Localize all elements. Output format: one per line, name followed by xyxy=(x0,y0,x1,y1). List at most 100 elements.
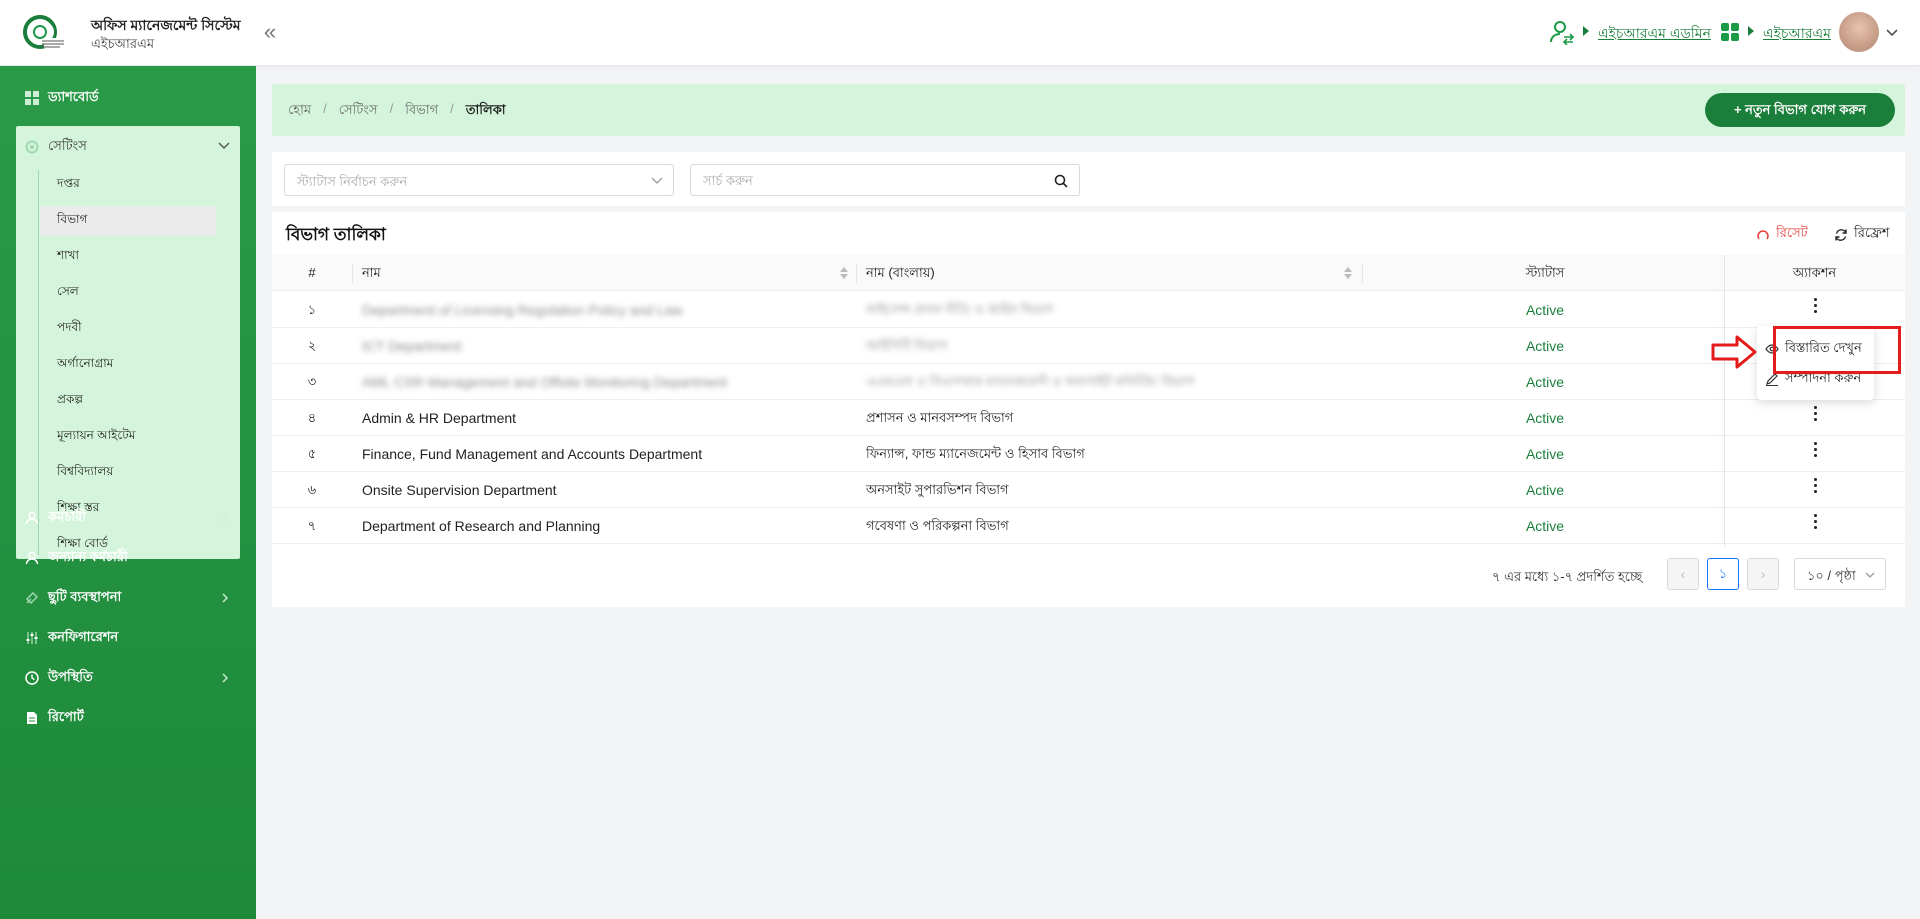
row-name: Admin & HR Department xyxy=(362,410,517,426)
sidebar-item[interactable]: ছুটি ব্যবস্থাপনা xyxy=(24,586,121,610)
annotation-highlight-box xyxy=(1773,326,1901,374)
chevron-down-icon xyxy=(651,177,663,184)
row-status: Active xyxy=(1525,374,1565,390)
row-actions-kebab-icon[interactable] xyxy=(1807,294,1823,318)
status-select[interactable]: স্ট্যাটাস নির্বাচন করুন xyxy=(284,164,674,196)
breadcrumb-current: তালিকা xyxy=(465,102,506,117)
chevron-down-icon[interactable] xyxy=(218,142,230,150)
sidebar-item-label: কর্মচারী xyxy=(48,508,86,524)
row-name: Department of Research and Planning xyxy=(362,518,601,534)
column-header-name-bangla[interactable]: নাম (বাংলায়) xyxy=(866,255,935,291)
table-title: বিভাগ তালিকা xyxy=(286,225,386,244)
fixed-column-shadow xyxy=(1724,255,1725,547)
breadcrumb: হোম / সেটিংস / বিভাগ / তালিকা xyxy=(288,101,506,122)
table-row: ৬ Onsite Supervision Department অনসাইট সুপ… xyxy=(272,472,1905,508)
dashboard-icon xyxy=(24,90,40,106)
settings-submenu: সেটিংস দপ্তর বিভাগ শাখা সেল পদবী অর্গানোগ্রাম… xyxy=(16,126,240,559)
prev-page-button[interactable]: ‹ xyxy=(1667,558,1699,590)
row-actions-kebab-icon[interactable] xyxy=(1807,402,1823,426)
breadcrumb-settings[interactable]: সেটিংস xyxy=(339,101,378,122)
sidebar-item-dashboard[interactable]: ড্যাশবোর্ড xyxy=(24,86,99,110)
next-page-button[interactable]: › xyxy=(1747,558,1779,590)
breadcrumb-home[interactable]: হোম xyxy=(288,101,311,122)
sliders-icon xyxy=(24,630,40,646)
submenu-item[interactable]: বিভাগ xyxy=(40,206,216,236)
table-row: ৭ Department of Research and Planning গবেষ… xyxy=(272,508,1905,544)
apps-grid-icon xyxy=(1721,23,1739,41)
gear-icon xyxy=(24,139,40,155)
row-actions-kebab-icon[interactable] xyxy=(1807,510,1823,534)
column-divider xyxy=(352,263,353,283)
column-divider xyxy=(1362,263,1363,283)
logo xyxy=(23,15,64,49)
sidebar-item-settings[interactable]: সেটিংস xyxy=(24,136,87,158)
page-size-select[interactable]: ১০ / পৃষ্ঠা xyxy=(1794,558,1886,590)
edit-icon xyxy=(1766,373,1778,386)
submenu-item[interactable]: অর্গানোগ্রাম xyxy=(40,350,216,380)
clock-icon xyxy=(24,670,40,686)
submenu-item[interactable]: সেল xyxy=(40,278,216,308)
submenu-divider xyxy=(38,170,39,555)
search-input[interactable] xyxy=(691,165,1041,195)
user-menu-link[interactable]: এইচআরএম এডমিন xyxy=(1598,22,1711,46)
sidebar-item-label: সেটিংস xyxy=(48,137,87,153)
row-actions-kebab-icon[interactable] xyxy=(1807,474,1823,498)
sort-icon[interactable] xyxy=(1344,267,1352,279)
sidebar-item[interactable]: উপস্থিতি xyxy=(24,666,93,690)
search-icon[interactable] xyxy=(1053,173,1069,189)
status-select-placeholder: স্ট্যাটাস নির্বাচন করুন xyxy=(297,174,408,189)
add-department-button[interactable]: + নতুন বিভাগ যোগ করুন xyxy=(1705,93,1895,127)
table-row: ৩ AML CSR Management and Offsite Monitori… xyxy=(272,364,1905,400)
row-actions-kebab-icon[interactable] xyxy=(1807,438,1823,462)
caret-right-icon xyxy=(1583,26,1589,36)
chevron-right-icon[interactable] xyxy=(220,673,230,683)
breadcrumb-department[interactable]: বিভাগ xyxy=(405,101,438,122)
table-row: ১ Department of Licensing Regulation Poli… xyxy=(272,292,1905,328)
row-name: Finance, Fund Management and Accounts De… xyxy=(362,446,703,462)
submenu-item[interactable]: শাখা xyxy=(40,242,216,272)
module-switch-link[interactable]: এইচআরএম xyxy=(1763,22,1831,46)
search-box xyxy=(690,164,1080,196)
sidebar-item[interactable]: কর্মচারী xyxy=(24,506,86,530)
row-name: AML CSR Management and Offsite Monitorin… xyxy=(362,374,727,390)
row-number: ৪ xyxy=(307,410,317,425)
refresh-button[interactable]: রিফ্রেশ xyxy=(1834,224,1890,245)
submenu-item[interactable]: মূল্যায়ন আইটেম xyxy=(40,422,216,452)
column-header-action: অ্যাকশন xyxy=(1792,265,1837,280)
filter-card: স্ট্যাটাস নির্বাচন করুন xyxy=(272,152,1905,206)
sidebar-item[interactable]: রিপোর্ট xyxy=(24,706,84,730)
row-status: Active xyxy=(1525,338,1565,354)
row-name: ICT Department xyxy=(362,338,462,354)
sidebar: ড্যাশবোর্ড সেটিংস দপ্তর বিভাগ শাখা সেল পদবী অ… xyxy=(0,66,256,919)
row-number: ৫ xyxy=(307,446,317,461)
reset-icon xyxy=(1757,229,1769,239)
department-table-card: বিভাগ তালিকা রিসেট রিফ্রেশ # নাম নাম (বা… xyxy=(272,212,1905,607)
sidebar-item-label: ড্যাশবোর্ড xyxy=(48,88,99,104)
row-name: Department of Licensing Regulation Polic… xyxy=(362,302,683,318)
page-button-current[interactable]: ১ xyxy=(1707,558,1739,590)
sidebar-item[interactable]: অন্যান্য কর্মচারী xyxy=(24,546,128,570)
leave-icon xyxy=(24,590,40,606)
sidebar-item-label: রিপোর্ট xyxy=(48,708,84,724)
submenu-item[interactable]: পদবী xyxy=(40,314,216,344)
breadcrumb-separator: / xyxy=(389,101,394,116)
sidebar-collapse-button[interactable]: « xyxy=(258,18,282,46)
chevron-down-icon xyxy=(1865,572,1875,578)
page-size-value: ১০ / পৃষ্ঠা xyxy=(1807,568,1856,583)
reset-label: রিসেট xyxy=(1776,225,1808,240)
top-header: অফিস ম্যানেজমেন্ট সিস্টেম এইচআরএম « এইচআ… xyxy=(0,0,1920,66)
submenu-item[interactable]: দপ্তর xyxy=(40,170,216,200)
chevron-right-icon[interactable] xyxy=(220,593,230,603)
chevron-down-icon[interactable] xyxy=(1884,24,1900,40)
submenu-item[interactable]: প্রকল্প xyxy=(40,386,216,416)
app-subtitle: এইচআরএম xyxy=(91,36,155,51)
avatar[interactable] xyxy=(1839,12,1879,52)
breadcrumb-separator: / xyxy=(323,101,327,116)
sort-icon[interactable] xyxy=(840,267,848,279)
reset-button[interactable]: রিসেট xyxy=(1756,224,1808,245)
sidebar-item[interactable]: কনফিগারেশন xyxy=(24,626,118,650)
row-name-bangla: অনসাইট সুপারভিশন বিভাগ xyxy=(866,482,1009,497)
submenu-item[interactable]: বিশ্ববিদ্যালয় xyxy=(40,458,216,488)
chevron-right-icon[interactable] xyxy=(220,513,230,523)
column-header-name[interactable]: নাম xyxy=(362,255,381,291)
